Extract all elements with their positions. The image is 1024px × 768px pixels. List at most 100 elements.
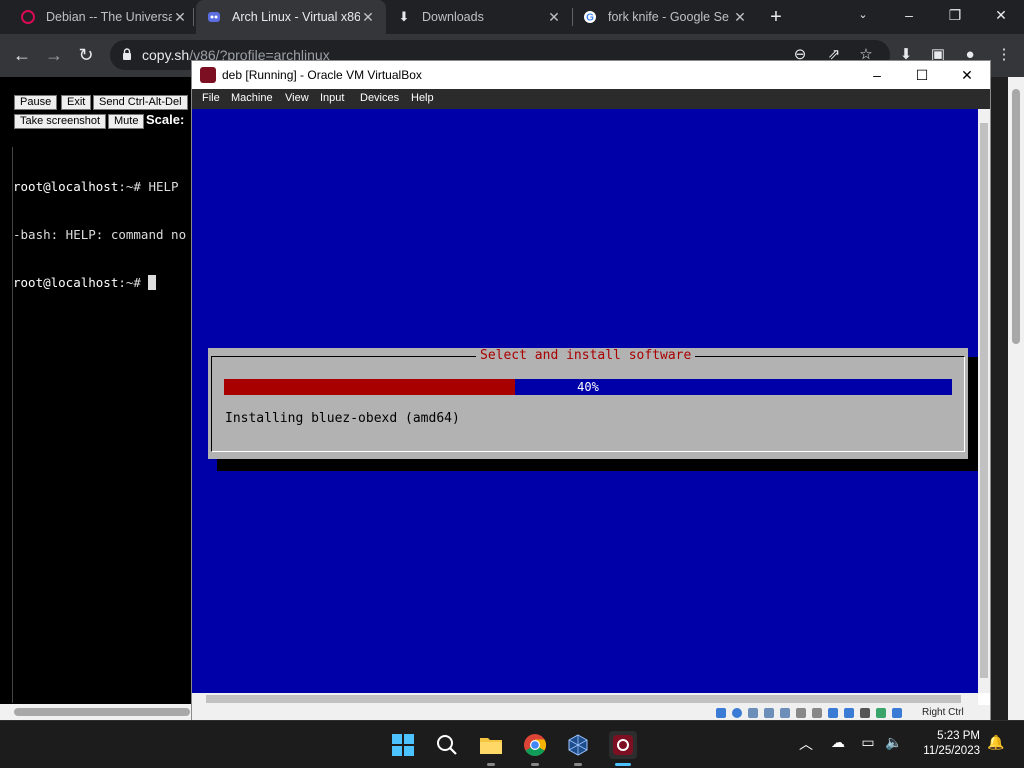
usb-icon[interactable] xyxy=(780,708,790,718)
progress-bar: 40% xyxy=(224,379,952,395)
close-window-icon[interactable]: ✕ xyxy=(978,0,1024,30)
file-explorer-icon[interactable] xyxy=(477,731,505,766)
vbox-title-bar[interactable]: deb [Running] - Oracle VM VirtualBox – ☐… xyxy=(192,61,990,89)
shared-folder-icon[interactable] xyxy=(796,708,806,718)
lock-icon xyxy=(123,48,131,60)
host-key-label: Right Ctrl xyxy=(922,707,964,718)
close-icon[interactable]: ✕ xyxy=(360,9,376,25)
browser-tab-strip: Debian -- The Universal ✕ Arch Linux - V… xyxy=(0,0,1024,34)
pause-button[interactable]: Pause xyxy=(14,95,58,110)
terminal-text: -bash: HELP: command no xyxy=(13,227,187,242)
prompt: root@localhost xyxy=(13,275,119,290)
page-horizontal-scrollbar[interactable] xyxy=(0,704,192,720)
terminal-line: root@localhost:~# xyxy=(13,275,192,291)
maximize-icon[interactable]: ☐ xyxy=(899,61,945,89)
menu-devices[interactable]: Devices xyxy=(360,92,399,104)
start-icon[interactable] xyxy=(389,731,417,759)
minimize-icon[interactable]: – xyxy=(854,61,900,89)
virtualbox-window: deb [Running] - Oracle VM VirtualBox – ☐… xyxy=(191,60,991,721)
send-ctrl-alt-del-button[interactable]: Send Ctrl-Alt-Del xyxy=(93,95,188,110)
cursor xyxy=(148,275,156,290)
close-icon[interactable]: ✕ xyxy=(732,9,748,25)
mouse-integration-icon[interactable] xyxy=(876,708,886,718)
display-icon[interactable] xyxy=(812,708,822,718)
debian-swirl-icon xyxy=(20,9,36,25)
audio-icon[interactable] xyxy=(748,708,758,718)
network-icon[interactable]: ▭ xyxy=(858,734,878,751)
tab-separator xyxy=(193,8,194,26)
v86-icon xyxy=(206,9,222,25)
scroll-thumb[interactable] xyxy=(14,708,190,716)
tab-debian[interactable]: Debian -- The Universal ✕ xyxy=(10,0,198,34)
url-host: copy.sh xyxy=(142,47,190,63)
running-indicator xyxy=(574,763,582,766)
show-hidden-icons-icon[interactable]: ︿ xyxy=(796,734,816,754)
debian-icon xyxy=(200,67,216,83)
recording-icon[interactable] xyxy=(828,708,838,718)
tab-title: Downloads xyxy=(422,10,484,24)
forward-icon[interactable]: → xyxy=(42,43,66,67)
notification-bell-icon[interactable]: 🔔 xyxy=(986,734,1006,751)
network-icon[interactable] xyxy=(764,708,774,718)
prompt: root@localhost xyxy=(13,179,119,194)
virtualbox-icon[interactable] xyxy=(564,731,592,766)
menu-kebab-icon[interactable]: ⋮ xyxy=(994,45,1014,65)
debian-vm-icon[interactable] xyxy=(609,731,637,766)
taskbar: ︿ ☁ ▭ 🔈 5:23 PM 11/25/2023 🔔 xyxy=(0,720,1024,768)
tab-title: fork knife - Google Se xyxy=(608,10,729,24)
tab-google-search[interactable]: G fork knife - Google Se ✕ xyxy=(572,0,758,34)
onedrive-icon[interactable]: ☁ xyxy=(828,734,848,751)
vtx-icon[interactable] xyxy=(860,708,870,718)
back-icon[interactable]: ← xyxy=(10,43,34,67)
menu-machine[interactable]: Machine xyxy=(231,92,273,104)
tab-search-icon[interactable]: ⌄ xyxy=(840,0,886,30)
close-icon[interactable]: ✕ xyxy=(172,9,188,25)
vm-vertical-scrollbar[interactable] xyxy=(978,109,990,693)
vm-display[interactable]: Select and install software 40% Installi… xyxy=(192,109,979,693)
download-icon: ⬇ xyxy=(398,9,410,24)
cpu-icon[interactable] xyxy=(844,708,854,718)
terminal-text: :~# HELP xyxy=(118,179,179,194)
clock-time: 5:23 PM xyxy=(937,730,980,742)
scroll-thumb[interactable] xyxy=(980,123,988,678)
vm-status-bar: Right Ctrl xyxy=(192,705,990,720)
tab-title: Arch Linux - Virtual x86 xyxy=(232,10,360,24)
progress-percent: 40% xyxy=(577,380,599,394)
reload-icon[interactable]: ↻ xyxy=(74,43,98,67)
menu-file[interactable]: File xyxy=(202,92,220,104)
dialog-frame xyxy=(211,356,965,452)
new-tab-button[interactable]: + xyxy=(766,7,786,27)
optical-drive-icon[interactable] xyxy=(732,708,742,718)
running-indicator xyxy=(615,763,631,766)
clock[interactable]: 5:23 PM 11/25/2023 xyxy=(918,729,980,759)
volume-icon[interactable]: 🔈 xyxy=(884,734,904,751)
chrome-icon[interactable] xyxy=(521,731,549,766)
take-screenshot-button[interactable]: Take screenshot xyxy=(14,114,107,129)
page-margin xyxy=(990,77,1008,720)
tab-arch-linux[interactable]: Arch Linux - Virtual x86 ✕ xyxy=(196,0,386,34)
restore-icon[interactable]: ❐ xyxy=(932,0,978,30)
close-icon[interactable]: ✕ xyxy=(944,61,990,89)
search-icon[interactable] xyxy=(433,731,461,759)
close-icon[interactable]: ✕ xyxy=(546,9,562,25)
mute-button[interactable]: Mute xyxy=(108,114,145,129)
menu-view[interactable]: View xyxy=(285,92,309,104)
scroll-thumb[interactable] xyxy=(206,695,961,703)
dialog-title: Select and install software xyxy=(476,348,696,364)
minimize-icon[interactable]: – xyxy=(886,0,932,30)
keyboard-icon[interactable] xyxy=(892,708,902,718)
running-indicator xyxy=(487,763,495,766)
terminal-text: :~# xyxy=(118,275,149,290)
terminal-line: root@localhost:~# HELP xyxy=(13,179,192,195)
menu-input[interactable]: Input xyxy=(320,92,344,104)
tab-downloads[interactable]: ⬇ Downloads ✕ xyxy=(386,0,572,34)
google-icon: G xyxy=(582,9,598,25)
exit-button[interactable]: Exit xyxy=(61,95,92,110)
menu-help[interactable]: Help xyxy=(411,92,434,104)
scroll-thumb[interactable] xyxy=(1012,89,1020,344)
terminal-screen[interactable]: root@localhost:~# HELP -bash: HELP: comm… xyxy=(12,147,192,703)
vm-horizontal-scrollbar[interactable] xyxy=(192,693,978,705)
vbox-window-title: deb [Running] - Oracle VM VirtualBox xyxy=(222,68,422,82)
hdd-icon[interactable] xyxy=(716,708,726,718)
page-vertical-scrollbar[interactable] xyxy=(1008,77,1024,720)
